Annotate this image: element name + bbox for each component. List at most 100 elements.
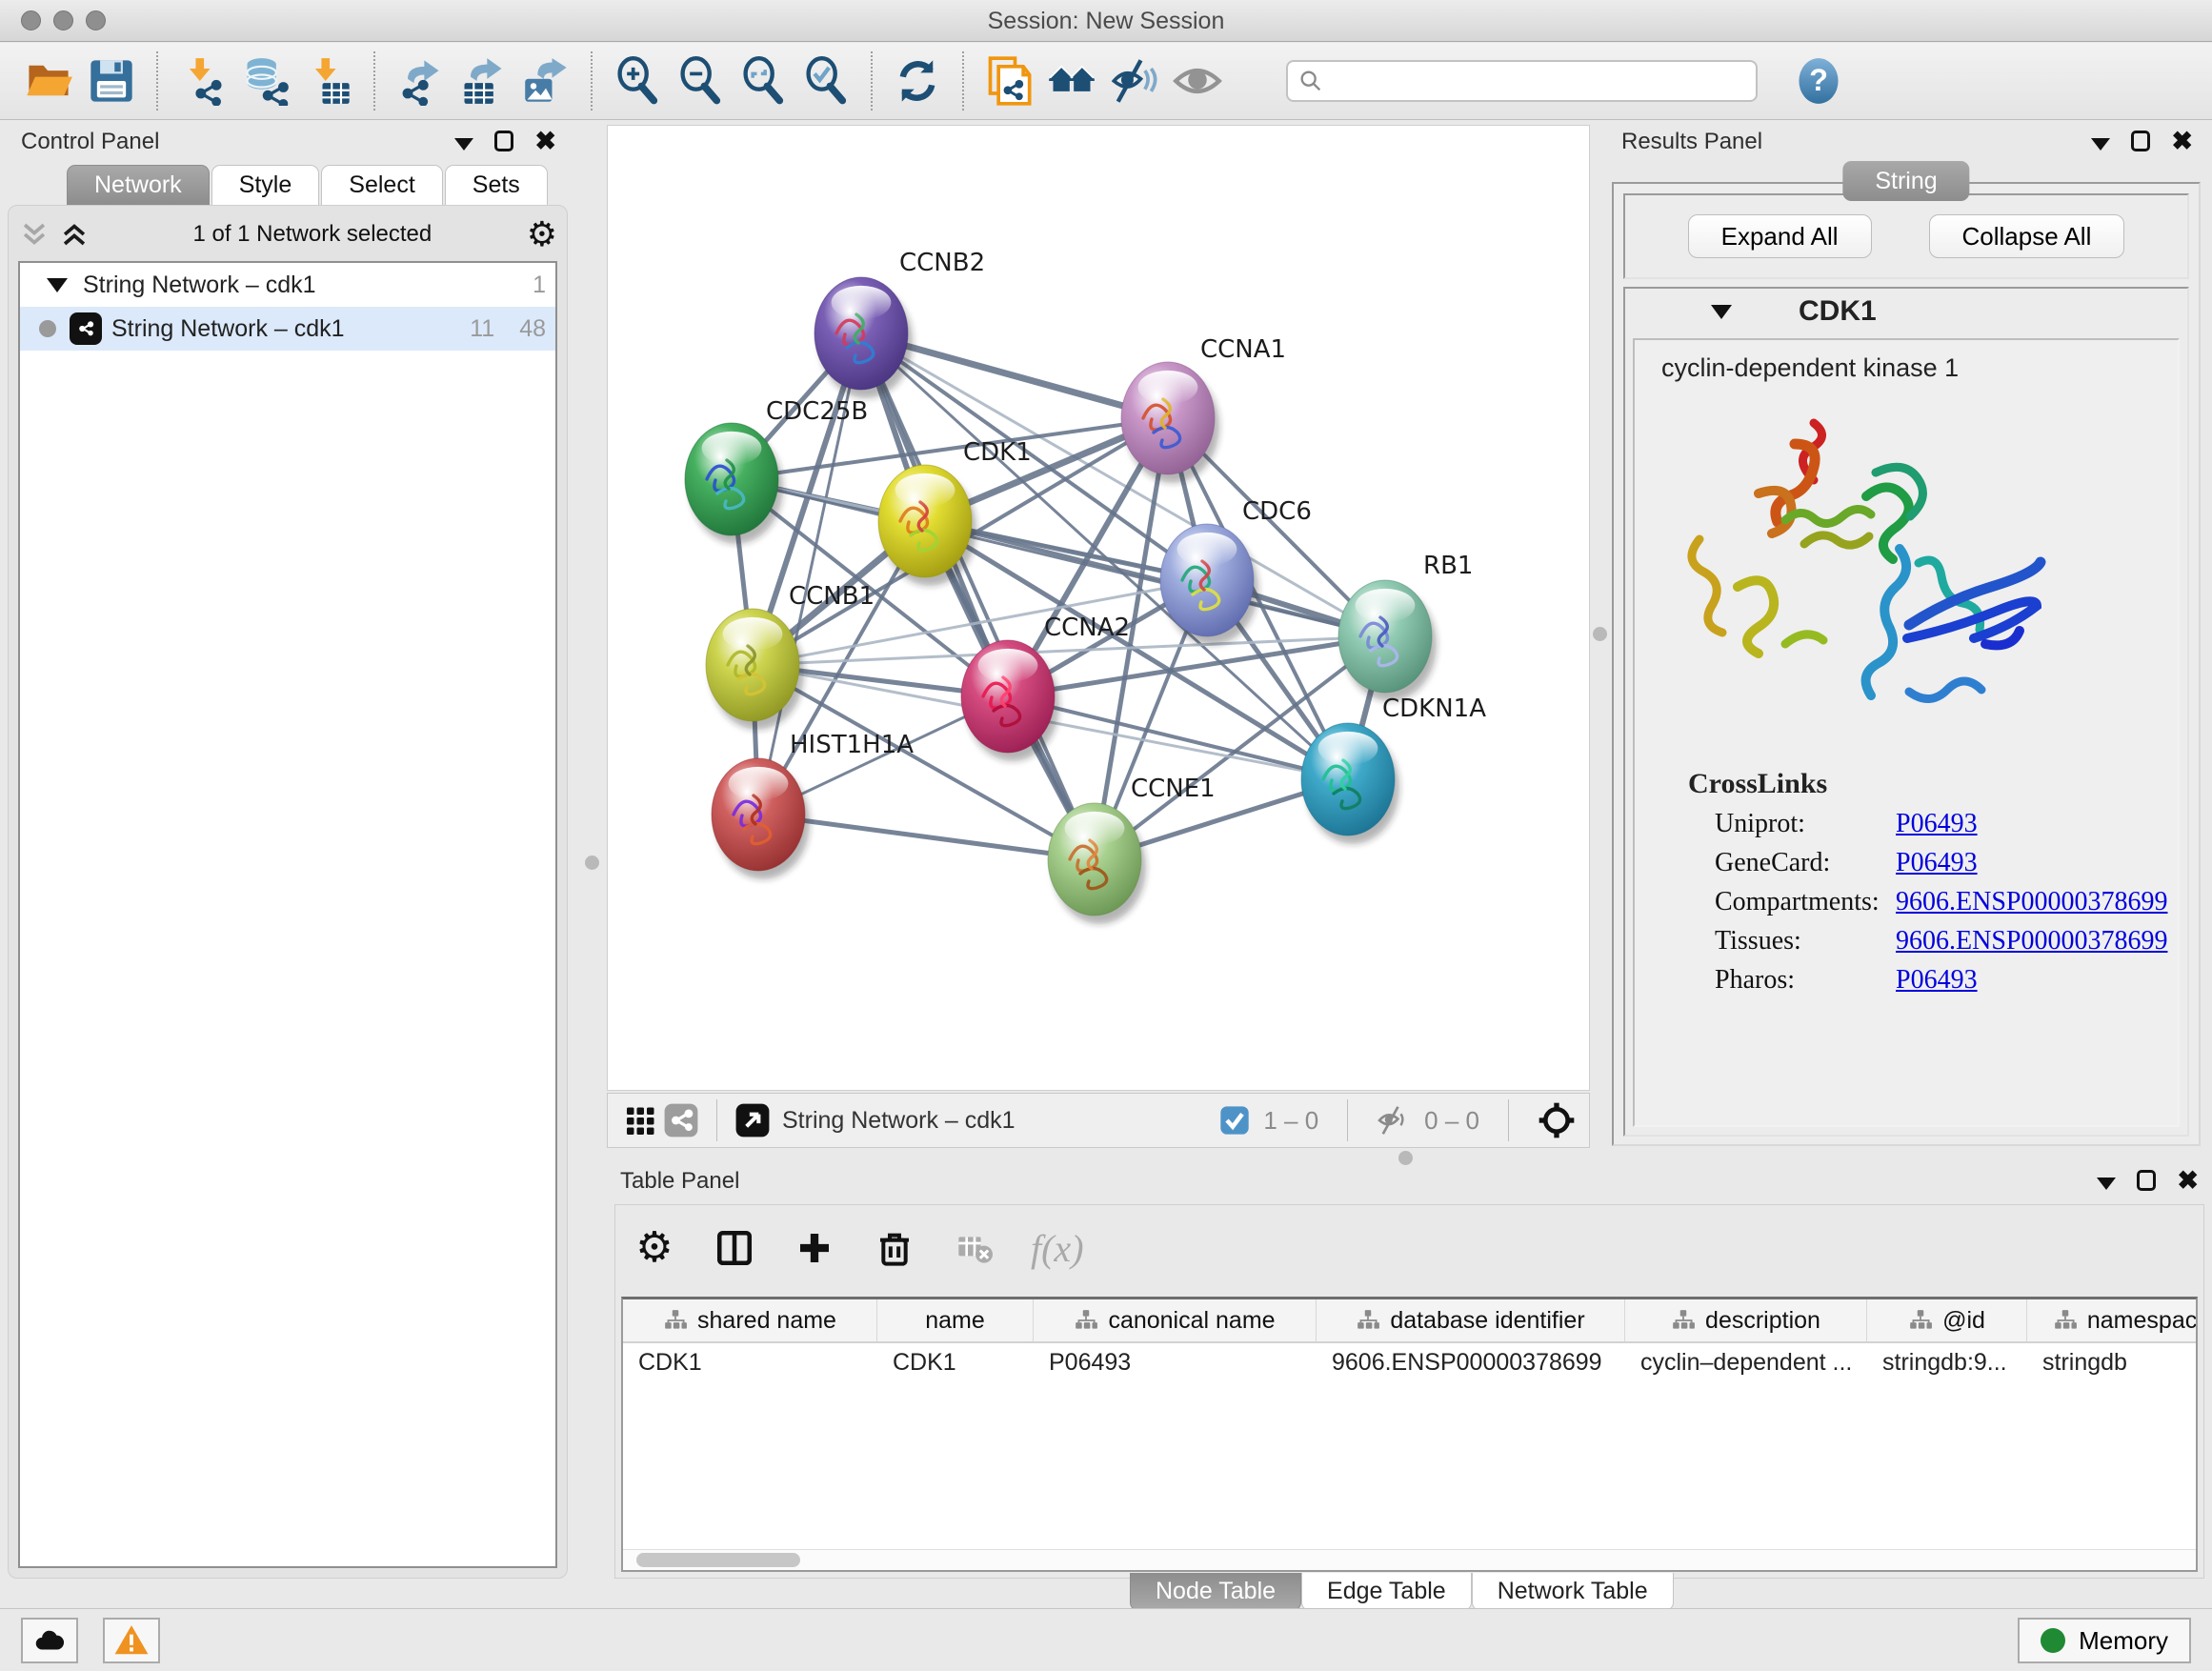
open-session-button[interactable] <box>17 50 80 112</box>
tab-edge-table[interactable]: Edge Table <box>1301 1573 1472 1611</box>
delete-table-button[interactable] <box>951 1224 998 1272</box>
scrollbar-thumb[interactable] <box>636 1553 800 1567</box>
export-image-button[interactable] <box>514 50 577 112</box>
float-panel-icon[interactable] <box>2131 131 2150 151</box>
delete-column-button[interactable] <box>871 1224 918 1272</box>
gene-section-header[interactable]: CDK1 <box>1625 289 2187 334</box>
table-cell[interactable]: CDK1 <box>623 1343 877 1387</box>
crosslink-link[interactable]: P06493 <box>1896 809 1978 839</box>
export-table-button[interactable] <box>452 50 514 112</box>
save-session-button[interactable] <box>80 50 143 112</box>
node-CCNA2[interactable] <box>961 640 1059 761</box>
crosslink-link[interactable]: P06493 <box>1896 965 1978 996</box>
function-builder-icon[interactable]: f(x) <box>1031 1226 1084 1271</box>
show-glass-button[interactable] <box>1166 50 1229 112</box>
tab-sets[interactable]: Sets <box>445 165 548 205</box>
collapse-arrow-icon[interactable] <box>47 278 68 292</box>
network-row[interactable]: String Network – cdk1 11 48 <box>20 307 555 351</box>
network-share-badge-button[interactable] <box>661 1100 701 1140</box>
table-panel-body: ⚙ f(x) shared n <box>614 1204 2204 1579</box>
node-CCNA1[interactable] <box>1121 362 1219 483</box>
table-row[interactable]: CDK1CDK1P064939606.ENSP00000378699cyclin… <box>623 1343 2196 1387</box>
node-CDKN1A[interactable] <box>1301 723 1399 844</box>
left-splitter-handle[interactable] <box>585 856 599 870</box>
column-header-shared-name[interactable]: shared name <box>623 1299 877 1341</box>
tab-style[interactable]: Style <box>211 165 320 205</box>
column-header-namespace[interactable]: namespace <box>2027 1299 2198 1341</box>
collapse-arrow-icon[interactable] <box>1711 305 1732 319</box>
crosslink-link[interactable]: 9606.ENSP00000378699 <box>1896 926 2167 956</box>
node-label-HIST1H1A: HIST1H1A <box>790 731 914 759</box>
close-panel-icon[interactable]: ✖ <box>534 131 556 151</box>
column-header-canonical-name[interactable]: canonical name <box>1034 1299 1317 1341</box>
tab-node-table[interactable]: Node Table <box>1130 1573 1301 1611</box>
help-button[interactable]: ? <box>1794 56 1843 106</box>
birds-eye-view-button[interactable] <box>621 1100 661 1140</box>
table-cell[interactable]: stringdb <box>2027 1343 2198 1387</box>
expand-all-button[interactable]: Expand All <box>1688 214 1872 258</box>
memory-button[interactable]: Memory <box>2018 1618 2191 1663</box>
expand-all-networks-icon[interactable] <box>18 218 50 251</box>
node-HIST1H1A[interactable] <box>712 758 810 879</box>
table-settings-button[interactable]: ⚙ <box>631 1224 678 1272</box>
node-CDK1[interactable] <box>878 465 976 586</box>
table-cell[interactable]: stringdb:9... <box>1867 1343 2027 1387</box>
float-panel-icon[interactable] <box>2137 1170 2156 1191</box>
network-options-gear-icon[interactable]: ⚙ <box>527 217 557 252</box>
create-column-button[interactable] <box>791 1224 838 1272</box>
open-network-in-window-button[interactable] <box>733 1100 773 1140</box>
panel-menu-icon[interactable] <box>2091 138 2110 151</box>
network-collection-row[interactable]: String Network – cdk1 1 <box>20 263 555 307</box>
zoom-out-button[interactable] <box>669 50 732 112</box>
node-RB1[interactable] <box>1338 580 1437 701</box>
collapse-all-networks-icon[interactable] <box>58 218 90 251</box>
columns-icon <box>714 1228 754 1268</box>
panel-menu-icon[interactable] <box>454 138 473 151</box>
node-CCNB1[interactable] <box>706 609 804 730</box>
column-header-description[interactable]: description <box>1625 1299 1867 1341</box>
zoom-in-button[interactable] <box>606 50 669 112</box>
import-network-file-button[interactable] <box>171 50 234 112</box>
table-cell[interactable]: cyclin–dependent ... <box>1625 1343 1867 1387</box>
cloud-status-button[interactable] <box>21 1618 78 1663</box>
column-header-name[interactable]: name <box>877 1299 1034 1341</box>
zoom-selected-button[interactable] <box>794 50 857 112</box>
column-header-database-identifier[interactable]: database identifier <box>1317 1299 1625 1341</box>
show-column-button[interactable] <box>711 1224 758 1272</box>
node-CDC6[interactable] <box>1160 524 1258 645</box>
close-panel-icon[interactable]: ✖ <box>2171 131 2193 151</box>
tab-network[interactable]: Network <box>67 165 210 205</box>
node-CCNB2[interactable] <box>814 277 913 398</box>
table-cell[interactable]: P06493 <box>1034 1343 1317 1387</box>
table-cell[interactable]: 9606.ENSP00000378699 <box>1317 1343 1625 1387</box>
string-copy-network-button[interactable] <box>977 50 1040 112</box>
warning-status-button[interactable] <box>103 1618 160 1663</box>
float-panel-icon[interactable] <box>494 131 513 151</box>
export-network-button[interactable] <box>389 50 452 112</box>
string-hide-glass-button[interactable] <box>1103 50 1166 112</box>
panel-menu-icon[interactable] <box>2097 1178 2116 1190</box>
bottom-splitter-handle[interactable] <box>1398 1151 1413 1165</box>
close-panel-icon[interactable]: ✖ <box>2177 1170 2199 1191</box>
fit-selected-crosshair-icon[interactable] <box>1538 1101 1576 1139</box>
import-table-file-button[interactable] <box>297 50 360 112</box>
tab-select[interactable]: Select <box>321 165 442 205</box>
crosslink-link[interactable]: P06493 <box>1896 848 1978 878</box>
search-input[interactable] <box>1324 64 1746 98</box>
network-canvas[interactable]: CCNB2CCNA1CDC25BCDK1CDC6RB1CCNB1CCNA2CDK… <box>607 125 1590 1091</box>
node-CCNE1[interactable] <box>1048 803 1146 924</box>
tab-string[interactable]: String <box>1842 161 1969 201</box>
horizontal-scrollbar[interactable] <box>623 1549 2196 1570</box>
edge-CCNB2-CCNE1[interactable] <box>861 333 1095 859</box>
right-splitter-handle[interactable] <box>1593 627 1607 641</box>
tab-network-table[interactable]: Network Table <box>1472 1573 1674 1611</box>
selected-checkbox-icon[interactable] <box>1219 1105 1250 1136</box>
table-cell[interactable]: CDK1 <box>877 1343 1034 1387</box>
string-home-button[interactable] <box>1040 50 1103 112</box>
collapse-all-button[interactable]: Collapse All <box>1929 214 2125 258</box>
column-header--id[interactable]: @id <box>1867 1299 2027 1341</box>
zoom-fit-button[interactable] <box>732 50 794 112</box>
crosslink-link[interactable]: 9606.ENSP00000378699 <box>1896 887 2167 917</box>
import-network-database-button[interactable] <box>234 50 297 112</box>
apply-layout-button[interactable] <box>886 50 949 112</box>
